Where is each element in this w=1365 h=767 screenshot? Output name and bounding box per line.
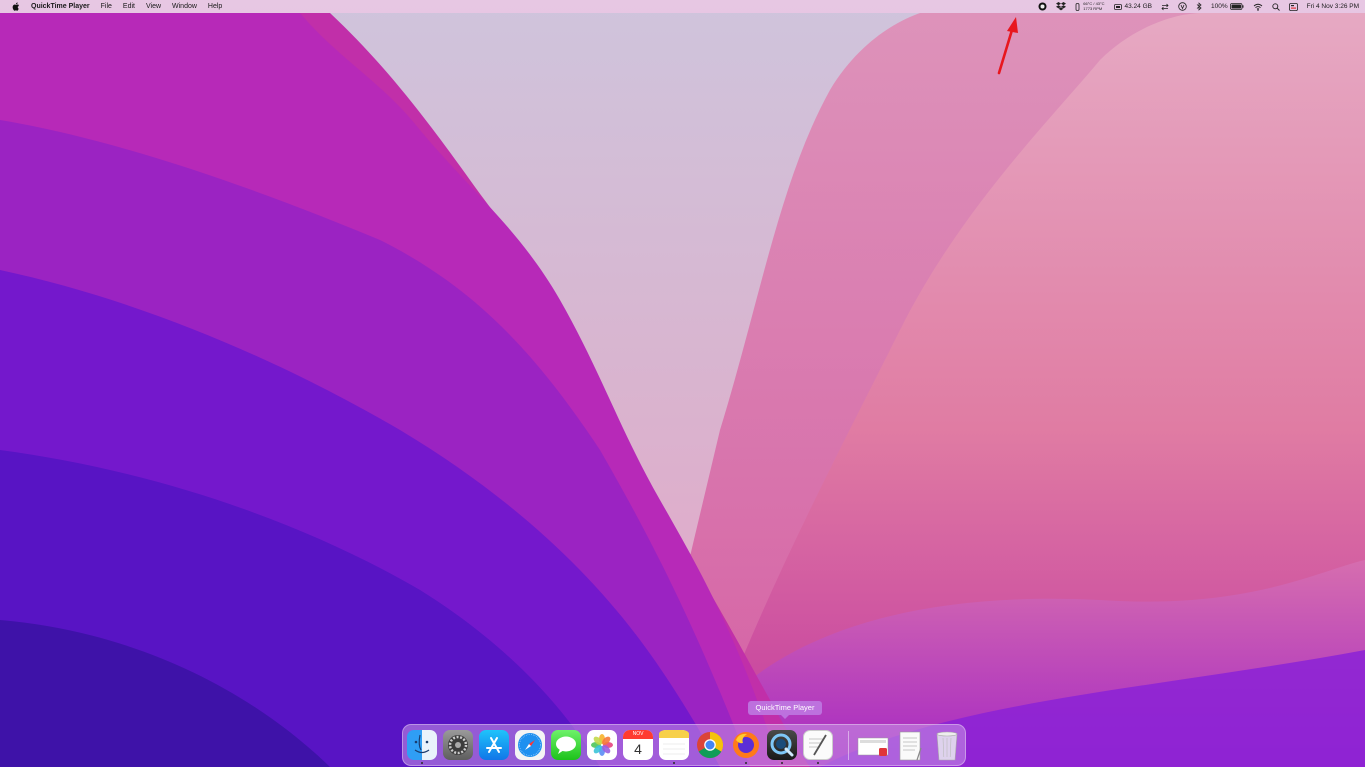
dock-tooltip: QuickTime Player bbox=[748, 701, 822, 715]
textedit-running-indicator bbox=[817, 762, 819, 764]
tooltip-pointer bbox=[781, 715, 789, 719]
notes-icon[interactable] bbox=[659, 730, 689, 760]
finder-running-indicator bbox=[421, 762, 423, 764]
finder-icon[interactable] bbox=[407, 730, 437, 760]
chrome-icon[interactable] bbox=[695, 730, 725, 760]
firefox-icon[interactable] bbox=[731, 730, 761, 760]
red-annotation-arrow bbox=[0, 0, 1365, 80]
photos-icon[interactable] bbox=[587, 730, 617, 760]
system-preferences-icon[interactable] bbox=[443, 730, 473, 760]
calendar-day: 4 bbox=[623, 739, 653, 760]
calendar-icon[interactable]: NOV 4 bbox=[623, 730, 653, 760]
dock-separator bbox=[848, 731, 849, 760]
quicktime-icon[interactable] bbox=[767, 730, 797, 760]
messages-icon[interactable] bbox=[551, 730, 581, 760]
screenshot-stack-icon[interactable] bbox=[857, 730, 887, 760]
quicktime-running-indicator bbox=[781, 762, 783, 764]
document-stack-icon[interactable] bbox=[897, 730, 927, 760]
firefox-running-indicator bbox=[745, 762, 747, 764]
calendar-month: NOV bbox=[623, 730, 653, 739]
app-store-icon[interactable] bbox=[479, 730, 509, 760]
safari-icon[interactable] bbox=[515, 730, 545, 760]
desktop-wallpaper bbox=[0, 0, 1365, 767]
dock: NOV 4 bbox=[402, 724, 966, 766]
notes-running-indicator bbox=[673, 762, 675, 764]
textedit-icon[interactable] bbox=[803, 730, 833, 760]
trash-icon[interactable] bbox=[933, 730, 963, 760]
